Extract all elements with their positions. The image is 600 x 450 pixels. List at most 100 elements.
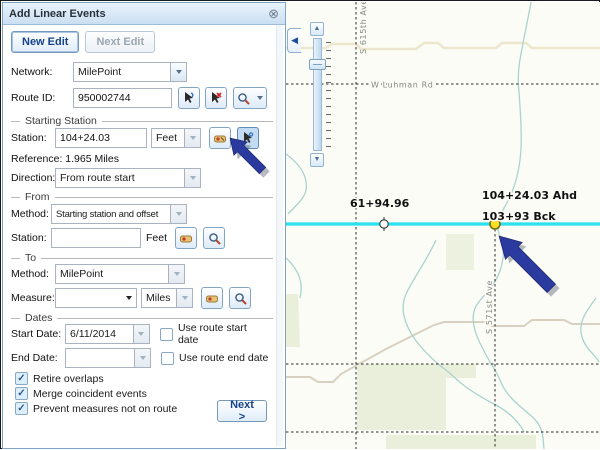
chevron-down-icon [257, 96, 263, 100]
network-row: Network: MilePoint [11, 61, 269, 83]
merge-coincident-events-checkbox[interactable]: ✓ [15, 387, 28, 400]
network-value: MilePoint [74, 63, 170, 81]
end-date-value [66, 349, 134, 367]
next-row: Next > [217, 400, 269, 422]
measure-tool-icon [213, 131, 227, 145]
station-units-combo[interactable]: Feet [151, 128, 201, 148]
map-canvas[interactable]: W Luhman Rd S 615th Ave S 571st Ave 61+9… [286, 2, 600, 449]
road-label-vertical-right: S 571st Ave [485, 280, 494, 334]
panel-collapse-button[interactable]: ◀ [287, 28, 301, 53]
chevron-down-icon[interactable] [184, 169, 200, 187]
to-units-value: Miles [142, 289, 176, 307]
to-search-button[interactable] [229, 287, 251, 309]
picked-station-ahead-label: 104+24.03 Ahd [482, 189, 577, 202]
station-field[interactable] [55, 128, 147, 148]
chevron-down-icon[interactable] [168, 265, 184, 283]
from-method-combo[interactable]: Starting station and offset [51, 204, 187, 224]
route-id-label: Route ID: [11, 92, 73, 104]
panel-title: Add Linear Events [9, 8, 106, 20]
starting-station-row: Station: Feet [11, 127, 269, 149]
map-vegetation-area [357, 364, 476, 430]
cursor-clear-icon [209, 91, 223, 105]
measure-tool-icon [179, 231, 193, 245]
use-route-end-date-checkbox[interactable] [161, 352, 174, 365]
from-search-button[interactable] [203, 227, 225, 249]
chevron-down-icon[interactable] [170, 205, 186, 223]
next-edit-button[interactable]: Next Edit [85, 31, 155, 53]
start-date-combo[interactable]: 6/11/2014 [65, 324, 150, 344]
route-search-menu-button[interactable] [233, 87, 267, 109]
next-button[interactable]: Next > [217, 400, 267, 422]
close-icon[interactable]: ⊗ [268, 7, 279, 20]
zoom-out-button[interactable]: ▼ [310, 153, 324, 167]
to-measure-row: Measure: Miles [11, 287, 269, 309]
use-route-start-date-checkbox[interactable] [160, 328, 173, 341]
prevent-measures-checkbox[interactable]: ✓ [15, 402, 28, 415]
from-station-field[interactable] [51, 228, 141, 248]
measure-tool-icon [205, 291, 219, 305]
identify-station-button[interactable] [209, 127, 231, 149]
pick-station-on-map-button[interactable] [237, 127, 259, 149]
direction-value: From route start [56, 169, 184, 187]
start-date-row: Start Date: 6/11/2014 Use route start da… [11, 323, 269, 345]
network-combo[interactable]: MilePoint [73, 62, 187, 82]
from-identify-button[interactable] [175, 227, 197, 249]
to-identify-button[interactable] [201, 287, 223, 309]
chevron-down-icon[interactable] [134, 349, 150, 367]
edit-buttons-row: New Edit Next Edit [11, 31, 269, 53]
to-method-value: MilePoint [56, 265, 168, 283]
from-method-label: Method: [11, 208, 51, 220]
to-measure-label: Measure: [11, 292, 55, 304]
search-icon [234, 292, 247, 305]
picked-station-back-label: 103+93 Bck [482, 210, 556, 223]
to-method-row: Method: MilePoint [11, 263, 269, 285]
road-label-vertical-left: S 615th Ave [359, 2, 368, 54]
panel-scroll-gutter[interactable] [276, 25, 283, 446]
use-route-start-date-label: Use route start date [178, 322, 269, 346]
station-label: Station: [11, 132, 55, 144]
panel-body: New Edit Next Edit Network: MilePoint Ro… [3, 25, 285, 448]
route-id-input[interactable] [74, 89, 171, 107]
to-units-combo[interactable]: Miles [141, 288, 193, 308]
reference-station-marker[interactable] [380, 217, 388, 231]
zoom-in-button[interactable]: ▲ [310, 22, 324, 36]
reference-text: Reference: 1.965 Miles [11, 153, 119, 165]
panel-header[interactable]: Add Linear Events ⊗ [3, 3, 285, 25]
chevron-down-icon[interactable] [133, 325, 149, 343]
end-date-combo[interactable] [65, 348, 151, 368]
prevent-measures-label: Prevent measures not on route [33, 403, 177, 415]
chevron-down-icon[interactable] [176, 289, 192, 307]
map-vegetation-area [446, 234, 474, 270]
from-method-value: Starting station and offset [52, 205, 170, 223]
chevron-down-icon[interactable] [126, 289, 136, 307]
to-measure-combo[interactable] [55, 288, 137, 308]
cursor-select-icon [182, 91, 196, 105]
chevron-down-icon[interactable] [170, 63, 186, 81]
station-units-value: Feet [152, 129, 184, 147]
zoom-slider-ticks [326, 42, 331, 152]
to-method-combo[interactable]: MilePoint [55, 264, 185, 284]
network-label: Network: [11, 66, 73, 78]
road-label-horizontal: W Luhman Rd [371, 81, 433, 90]
reference-station-label: 61+94.96 [350, 197, 410, 210]
from-station-input[interactable] [52, 229, 140, 247]
map-road-cream [286, 43, 600, 49]
zoom-slider-track[interactable] [313, 38, 322, 151]
station-input[interactable] [56, 129, 146, 147]
direction-combo[interactable]: From route start [55, 168, 201, 188]
app-window: Add Linear Events ⊗ New Edit Next Edit N… [0, 0, 600, 449]
new-edit-button[interactable]: New Edit [11, 31, 79, 53]
route-id-field[interactable] [73, 88, 172, 108]
map-vegetation-area [386, 435, 536, 449]
route-id-row: Route ID: [11, 87, 269, 109]
zoom-slider-thumb[interactable] [309, 59, 326, 70]
from-units-label: Feet [146, 232, 167, 244]
select-route-on-map-button[interactable] [178, 87, 200, 109]
clear-route-selection-button[interactable] [205, 87, 227, 109]
reference-row: Reference: 1.965 Miles [11, 151, 269, 167]
merge-coincident-events-label: Merge coincident events [33, 388, 147, 400]
chevron-down-icon[interactable] [184, 129, 200, 147]
map-vegetation-area [286, 294, 300, 347]
collapse-left-icon: ◀ [291, 35, 298, 46]
retire-overlaps-checkbox[interactable]: ✓ [15, 372, 28, 385]
